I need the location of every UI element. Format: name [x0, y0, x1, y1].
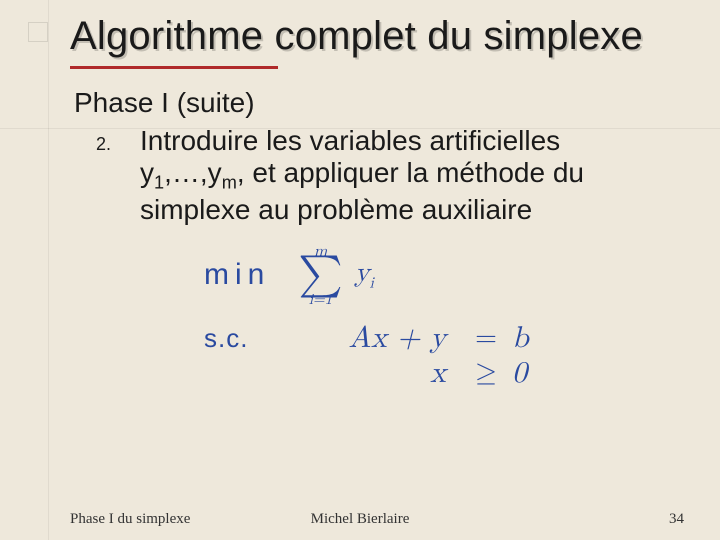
footer-page-number: 34	[669, 511, 684, 528]
min-label: min	[204, 259, 270, 291]
objective-row: min m ∑ i=1 yi	[204, 244, 670, 307]
constraint-lhs: Ax + y	[280, 323, 460, 355]
sigma-symbol: ∑	[298, 258, 342, 294]
list-item-number: 2.	[96, 125, 118, 161]
math-block: min m ∑ i=1 yi s.c. Ax + y = b x ≥	[204, 244, 670, 390]
sc-label: s.c.	[204, 325, 274, 352]
subscript: 1	[154, 173, 164, 193]
constraint-row-1: s.c. Ax + y = b	[204, 323, 670, 355]
footer-author: Michel Bierlaire	[311, 511, 410, 528]
list-item: 2. Introduire les variables artificielle…	[74, 125, 670, 226]
slide-body: Algorithme complet du simplexe Phase I (…	[0, 0, 720, 540]
content-area: Phase I (suite) 2. Introduire les variab…	[70, 87, 670, 390]
constraint-rhs: b	[512, 323, 552, 355]
list-item-text: Introduire les variables artificielles y…	[140, 125, 670, 226]
subtitle: Phase I (suite)	[74, 87, 670, 119]
footer-left: Phase I du simplexe	[70, 511, 190, 528]
constraint-rel: =	[466, 324, 506, 353]
slide-footer: Phase I du simplexe Michel Bierlaire 34	[0, 511, 720, 528]
summand: yi	[355, 259, 374, 292]
constraint-row-2: x ≥ 0	[204, 358, 670, 390]
constraint-lhs: x	[280, 358, 460, 390]
constraint-rel: ≥	[466, 359, 506, 388]
text-run: ,…,y	[164, 157, 222, 188]
constraint-rhs: 0	[512, 358, 552, 390]
sum-lower: i=1	[309, 292, 332, 307]
summand-base: y	[355, 259, 370, 287]
title-underline	[70, 66, 278, 69]
slide-title: Algorithme complet du simplexe	[70, 14, 670, 58]
subscript: m	[222, 173, 237, 193]
summation: m ∑ i=1	[298, 244, 342, 307]
summand-sub: i	[370, 275, 374, 290]
